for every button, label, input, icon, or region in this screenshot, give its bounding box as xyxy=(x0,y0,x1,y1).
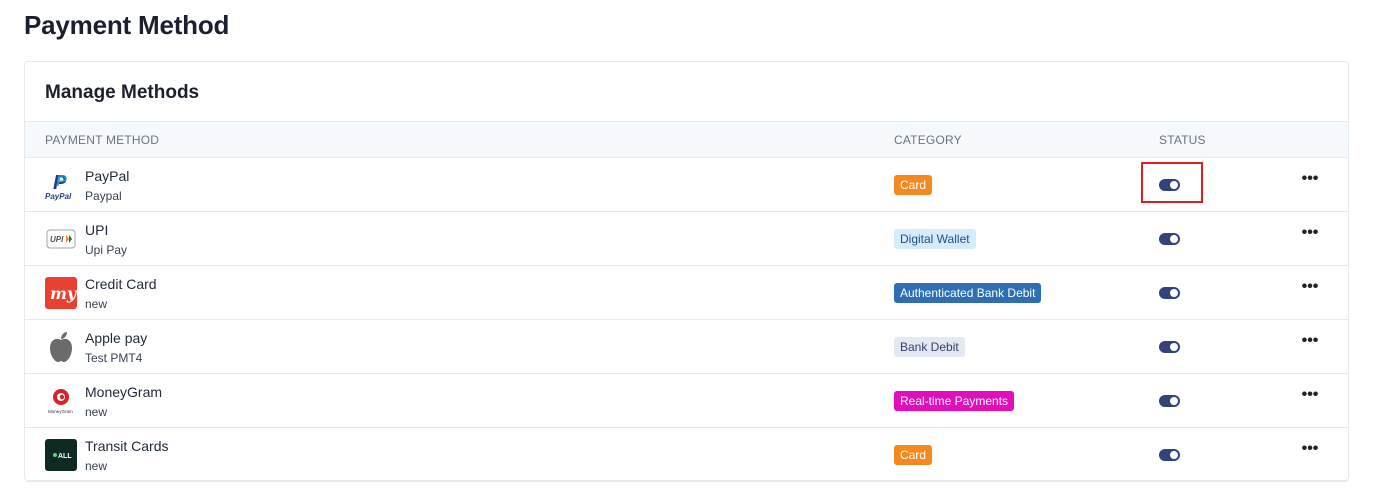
moneygram-logo-icon: MoneyGram xyxy=(45,385,77,417)
category-badge: Digital Wallet xyxy=(894,229,976,249)
method-name: Credit Card xyxy=(85,276,157,292)
transit-card-logo-icon: ALL xyxy=(45,439,77,471)
method-name: MoneyGram xyxy=(85,384,163,400)
table-header: PAYMENT METHOD CATEGORY STATUS xyxy=(25,121,1348,158)
status-toggle[interactable] xyxy=(1159,233,1180,245)
paypal-logo-icon: P P PayPal xyxy=(45,169,77,201)
toggle-knob xyxy=(1170,289,1178,297)
svg-text:UPI: UPI xyxy=(50,235,64,244)
table-row: MoneyGram MoneyGram new Real-time Paymen… xyxy=(25,374,1348,428)
method-name: UPI xyxy=(85,222,109,238)
method-subtitle: new xyxy=(85,459,108,473)
highlight-box xyxy=(1141,162,1203,203)
more-options-button[interactable]: ••• xyxy=(1299,171,1321,194)
header-payment-method: PAYMENT METHOD xyxy=(45,133,160,147)
more-options-button[interactable]: ••• xyxy=(1299,225,1321,248)
apple-logo-icon xyxy=(45,331,77,363)
status-toggle[interactable] xyxy=(1159,449,1180,461)
category-badge: Card xyxy=(894,175,933,195)
upi-logo-icon: UPI xyxy=(45,223,77,255)
method-subtitle: new xyxy=(85,405,108,419)
header-status: STATUS xyxy=(1159,133,1206,147)
more-options-button[interactable]: ••• xyxy=(1299,441,1321,464)
mmt-logo-icon: my xyxy=(45,277,77,309)
table-row: P P PayPal PayPal Paypal Card ••• xyxy=(25,158,1348,212)
manage-methods-card: Manage Methods PAYMENT METHOD CATEGORY S… xyxy=(24,61,1349,482)
method-subtitle: Paypal xyxy=(85,189,122,203)
header-category: CATEGORY xyxy=(894,133,962,147)
toggle-knob xyxy=(1170,397,1178,405)
category-badge: Card xyxy=(894,445,933,465)
method-subtitle: Upi Pay xyxy=(85,243,128,257)
more-options-button[interactable]: ••• xyxy=(1299,387,1321,410)
card-title: Manage Methods xyxy=(45,82,200,103)
method-name: Apple pay xyxy=(85,330,148,346)
toggle-knob xyxy=(1170,235,1178,243)
svg-text:P: P xyxy=(56,173,67,190)
status-toggle[interactable] xyxy=(1159,341,1180,353)
toggle-knob xyxy=(1170,451,1178,459)
page-title: Payment Method xyxy=(24,10,230,40)
method-name: Transit Cards xyxy=(85,438,169,454)
svg-text:PayPal: PayPal xyxy=(45,192,72,201)
more-options-button[interactable]: ••• xyxy=(1299,279,1321,302)
more-options-button[interactable]: ••• xyxy=(1299,333,1321,356)
table-row: Apple pay Test PMT4 Bank Debit ••• xyxy=(25,320,1348,374)
svg-text:MoneyGram: MoneyGram xyxy=(48,409,73,414)
toggle-knob xyxy=(1170,343,1178,351)
status-toggle[interactable] xyxy=(1159,395,1180,407)
category-badge: Authenticated Bank Debit xyxy=(894,283,1042,303)
table-row: my Credit Card new Authenticated Bank De… xyxy=(25,266,1348,320)
category-badge: Real-time Payments xyxy=(894,391,1015,411)
table-row: UPI UPI Upi Pay Digital Wallet ••• xyxy=(25,212,1348,266)
status-toggle[interactable] xyxy=(1159,287,1180,299)
svg-text:ALL: ALL xyxy=(58,453,72,460)
category-badge: Bank Debit xyxy=(894,337,965,357)
svg-text:my: my xyxy=(50,284,77,303)
method-subtitle: Test PMT4 xyxy=(85,351,143,365)
method-name: PayPal xyxy=(85,168,130,184)
method-subtitle: new xyxy=(85,297,108,311)
table-row: ALL Transit Cards new Card ••• xyxy=(25,428,1348,482)
